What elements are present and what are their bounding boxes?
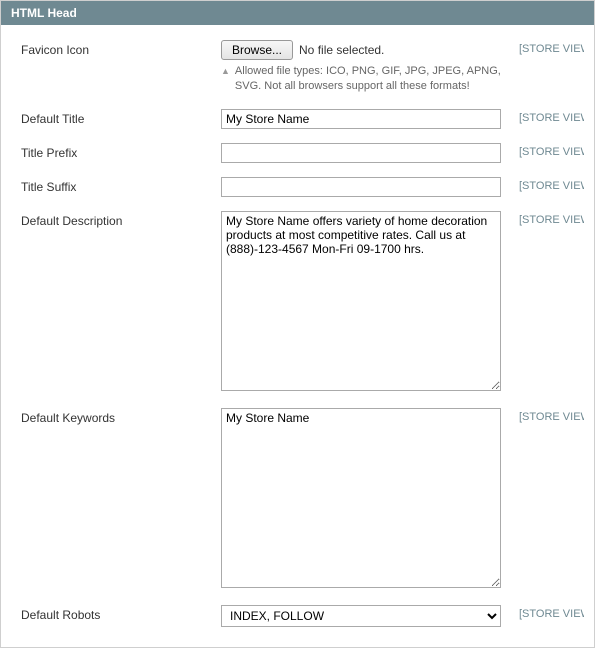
field-title-prefix	[221, 143, 509, 163]
label-default-description: Default Description	[21, 211, 221, 228]
row-default-description: Default Description [STORE VIEW]	[21, 211, 584, 394]
scope-favicon: [STORE VIEW]	[509, 40, 584, 55]
title-suffix-input[interactable]	[221, 177, 501, 197]
scope-default-description: [STORE VIEW]	[509, 211, 584, 226]
row-favicon: Favicon Icon Browse... No file selected.…	[21, 40, 584, 95]
label-title-suffix: Title Suffix	[21, 177, 221, 194]
html-head-panel: HTML Head Favicon Icon Browse... No file…	[0, 0, 595, 648]
browse-button[interactable]: Browse...	[221, 40, 293, 60]
file-input-wrap: Browse... No file selected.	[221, 40, 509, 60]
label-default-robots: Default Robots	[21, 605, 221, 622]
row-title-prefix: Title Prefix [STORE VIEW]	[21, 143, 584, 163]
default-description-textarea[interactable]	[221, 211, 501, 391]
row-title-suffix: Title Suffix [STORE VIEW]	[21, 177, 584, 197]
scope-default-title: [STORE VIEW]	[509, 109, 584, 124]
scope-title-prefix: [STORE VIEW]	[509, 143, 584, 158]
default-robots-select[interactable]: INDEX, FOLLOW	[221, 605, 501, 627]
field-default-description	[221, 211, 509, 394]
field-default-keywords	[221, 408, 509, 591]
field-default-robots: INDEX, FOLLOW	[221, 605, 509, 627]
note-arrow-icon: ▲	[221, 64, 230, 78]
label-default-title: Default Title	[21, 109, 221, 126]
file-status-text: No file selected.	[299, 43, 384, 57]
panel-body: Favicon Icon Browse... No file selected.…	[1, 25, 594, 647]
scope-default-keywords: [STORE VIEW]	[509, 408, 584, 423]
default-keywords-textarea[interactable]	[221, 408, 501, 588]
scope-title-suffix: [STORE VIEW]	[509, 177, 584, 192]
field-title-suffix	[221, 177, 509, 197]
field-default-title	[221, 109, 509, 129]
default-title-input[interactable]	[221, 109, 501, 129]
row-default-keywords: Default Keywords [STORE VIEW]	[21, 408, 584, 591]
field-favicon: Browse... No file selected. ▲ Allowed fi…	[221, 40, 509, 95]
panel-header: HTML Head	[1, 1, 594, 25]
panel-title: HTML Head	[11, 6, 77, 20]
label-default-keywords: Default Keywords	[21, 408, 221, 425]
scope-default-robots: [STORE VIEW]	[509, 605, 584, 620]
favicon-note: ▲ Allowed file types: ICO, PNG, GIF, JPG…	[221, 64, 509, 95]
favicon-note-text: Allowed file types: ICO, PNG, GIF, JPG, …	[235, 64, 509, 95]
label-favicon: Favicon Icon	[21, 40, 221, 57]
row-default-title: Default Title [STORE VIEW]	[21, 109, 584, 129]
label-title-prefix: Title Prefix	[21, 143, 221, 160]
title-prefix-input[interactable]	[221, 143, 501, 163]
row-default-robots: Default Robots INDEX, FOLLOW [STORE VIEW…	[21, 605, 584, 627]
